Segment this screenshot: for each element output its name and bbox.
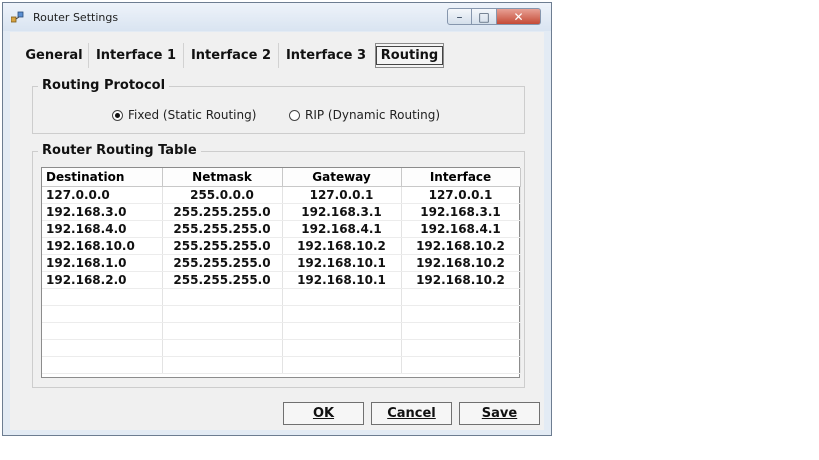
cell-destination: 192.168.2.0 [42,271,163,289]
cell-interface: 192.168.4.1 [401,220,521,238]
cell-destination: 192.168.1.0 [42,254,163,272]
routing-protocol-title: Routing Protocol [38,78,170,93]
column-header-destination[interactable]: Destination [42,168,163,187]
minimize-button[interactable]: – [447,8,472,25]
cell-destination: 192.168.10.0 [42,237,163,255]
empty-cell [42,339,163,357]
cell-destination: 192.168.3.0 [42,203,163,221]
radio-unchecked-icon [289,109,300,121]
tab-interface-2[interactable]: Interface 2 [183,43,278,68]
tab-interface-3[interactable]: Interface 3 [278,43,373,68]
empty-cell [282,322,402,340]
close-button[interactable]: ✕ [497,8,541,25]
routing-table: Destination Netmask Gateway Interface 12… [42,168,521,374]
empty-cell [42,356,163,374]
column-header-gateway[interactable]: Gateway [281,168,402,187]
cell-netmask: 255.0.0.0 [162,186,283,204]
routing-protocol-group [32,86,525,134]
tab-routing[interactable]: Routing [375,43,444,68]
empty-cell [162,288,283,306]
cell-gateway: 192.168.10.2 [282,237,402,255]
dialog-client-area: General Interface 1 Interface 2 Interfac… [10,32,544,430]
routing-table-title: Router Routing Table [38,143,201,158]
cell-gateway: 127.0.0.1 [282,186,402,204]
maximize-button[interactable]: □ [472,8,497,25]
empty-cell [42,288,163,306]
cell-interface: 192.168.10.2 [401,271,521,289]
empty-table-row[interactable] [42,339,521,357]
empty-cell [282,339,402,357]
tab-general[interactable]: General [20,43,88,68]
empty-cell [401,356,521,374]
cell-netmask: 255.255.255.0 [162,254,283,272]
empty-cell [162,322,283,340]
tab-label: Interface 2 [190,48,272,63]
window-title: Router Settings [33,11,119,24]
cell-netmask: 255.255.255.0 [162,203,283,221]
cell-netmask: 255.255.255.0 [162,271,283,289]
table-row[interactable]: 192.168.3.0 255.255.255.0 192.168.3.1 19… [42,203,521,221]
cell-gateway: 192.168.3.1 [282,203,402,221]
minimize-icon: – [456,9,463,24]
empty-cell [401,288,521,306]
table-row[interactable]: 192.168.10.0 255.255.255.0 192.168.10.2 … [42,237,521,255]
cell-interface: 192.168.10.2 [401,254,521,272]
empty-cell [401,322,521,340]
radio-label: Fixed (Static Routing) [128,108,257,122]
save-button[interactable]: Save [459,402,540,425]
cell-gateway: 192.168.10.1 [282,254,402,272]
cell-gateway: 192.168.10.1 [282,271,402,289]
empty-cell [162,305,283,323]
empty-table-row[interactable] [42,288,521,306]
radio-rip-dynamic-routing[interactable]: RIP (Dynamic Routing) [289,108,440,122]
column-header-interface[interactable]: Interface [400,168,521,187]
tab-label: Routing [375,46,444,65]
radio-label: RIP (Dynamic Routing) [305,108,441,122]
cancel-button[interactable]: Cancel [371,402,452,425]
network-app-icon [11,11,24,23]
radio-fixed-static-routing[interactable]: Fixed (Static Routing) [112,108,256,122]
empty-cell [282,288,402,306]
cell-gateway: 192.168.4.1 [282,220,402,238]
cell-interface: 192.168.10.2 [401,237,521,255]
column-header-netmask[interactable]: Netmask [161,168,283,187]
empty-cell [282,305,402,323]
empty-cell [162,339,283,357]
tab-label: Interface 3 [285,48,367,63]
empty-cell [42,305,163,323]
title-bar[interactable]: Router Settings – □ ✕ [3,3,551,31]
tab-label: Interface 1 [95,48,177,63]
table-row[interactable]: 192.168.2.0 255.255.255.0 192.168.10.1 1… [42,271,521,289]
cell-netmask: 255.255.255.0 [162,237,283,255]
empty-cell [401,339,521,357]
table-row[interactable]: 192.168.4.0 255.255.255.0 192.168.4.1 19… [42,220,521,238]
empty-table-row[interactable] [42,322,521,340]
table-header-row: Destination Netmask Gateway Interface [42,168,521,187]
empty-cell [401,305,521,323]
ok-button[interactable]: OK [283,402,364,425]
tab-label: General [25,48,83,63]
maximize-icon: □ [478,9,490,24]
tab-interface-1[interactable]: Interface 1 [88,43,183,68]
empty-table-row[interactable] [42,356,521,374]
empty-table-row[interactable] [42,305,521,323]
empty-cell [282,356,402,374]
cell-interface: 127.0.0.1 [401,186,521,204]
routing-table-grid[interactable]: Destination Netmask Gateway Interface 12… [41,167,521,378]
radio-checked-icon [112,109,123,121]
table-row[interactable]: 192.168.1.0 255.255.255.0 192.168.10.1 1… [42,254,521,272]
table-row[interactable]: 127.0.0.0 255.0.0.0 127.0.0.1 127.0.0.1 [42,186,521,204]
cell-interface: 192.168.3.1 [401,203,521,221]
empty-cell [162,356,283,374]
empty-cell [42,322,163,340]
cell-netmask: 255.255.255.0 [162,220,283,238]
close-icon: ✕ [513,9,524,24]
cell-destination: 192.168.4.0 [42,220,163,238]
cell-destination: 127.0.0.0 [42,186,163,204]
router-settings-window: Router Settings – □ ✕ General Interface … [2,2,552,436]
